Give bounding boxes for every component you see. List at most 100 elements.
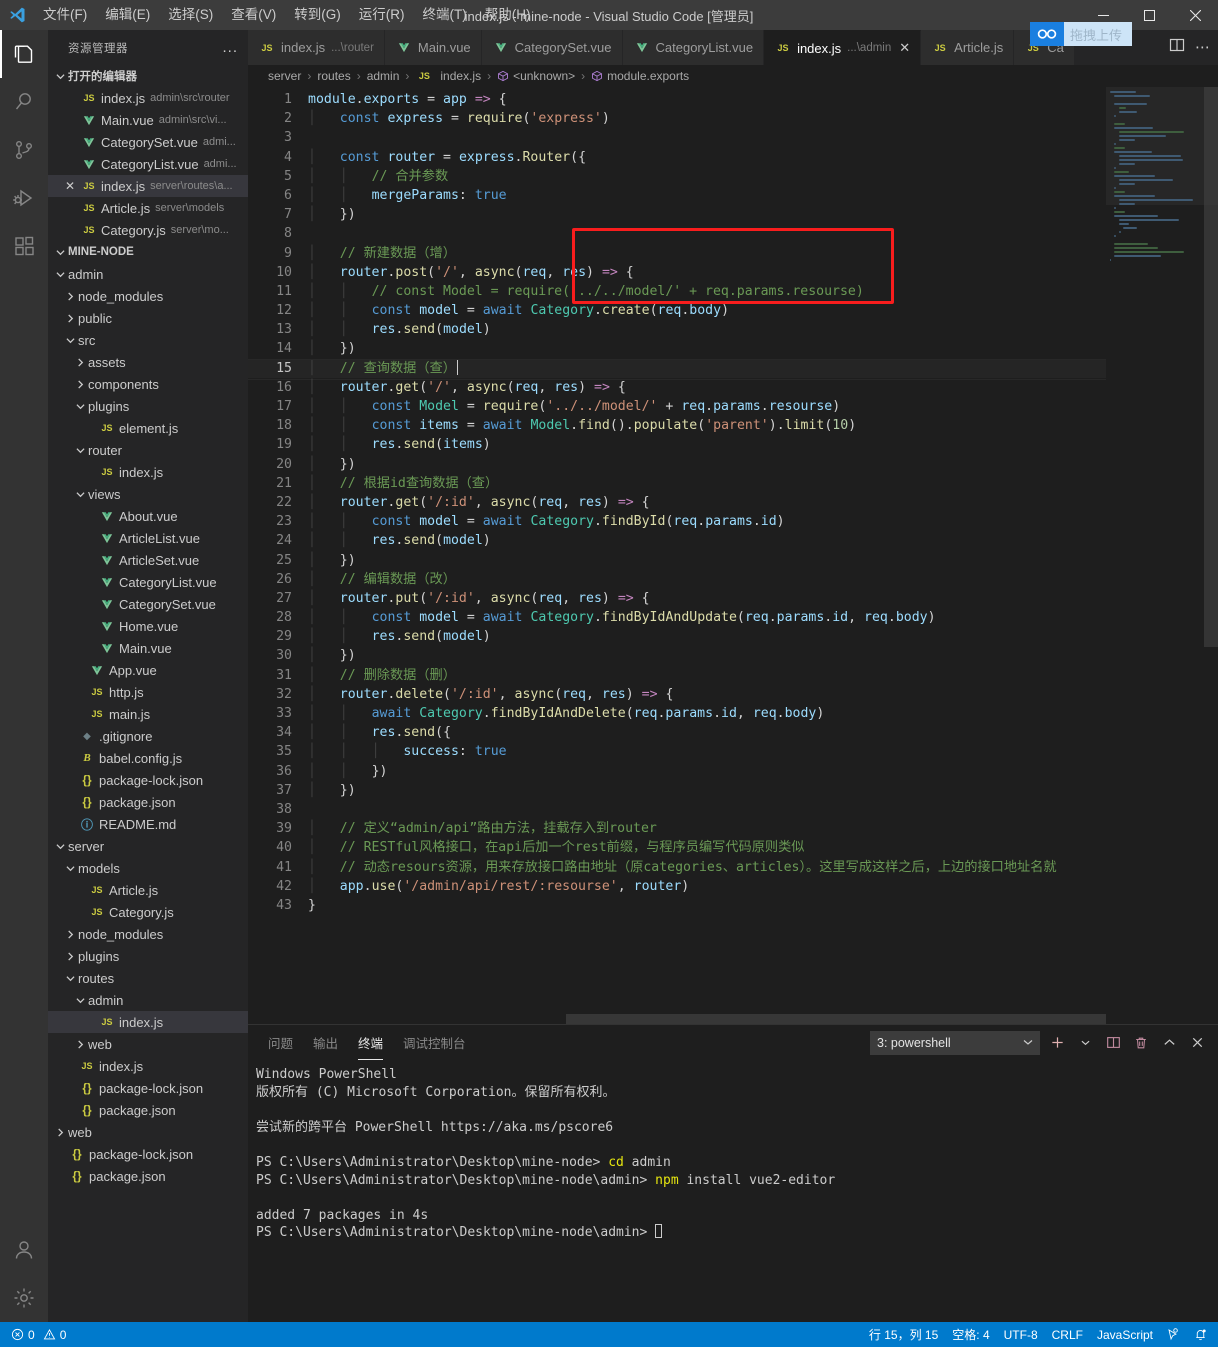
- new-terminal-button[interactable]: [1046, 1032, 1068, 1054]
- tree-file[interactable]: ArticleSet.vue: [48, 549, 248, 571]
- activity-accounts[interactable]: [0, 1226, 48, 1274]
- open-editor-item[interactable]: ✕ JS index.js server\routes\a...: [48, 175, 248, 197]
- activity-source-control[interactable]: [0, 126, 48, 174]
- code-line[interactable]: 32 │ router.delete('/:id', async(req, res…: [248, 685, 1106, 704]
- tree-file[interactable]: JS index.js: [48, 1011, 248, 1033]
- code-line[interactable]: 43}: [248, 896, 1106, 915]
- activity-explorer[interactable]: [0, 30, 48, 78]
- status-cursor-position[interactable]: 行 15，列 15: [862, 1322, 945, 1347]
- tree-folder[interactable]: plugins: [48, 395, 248, 417]
- code-line[interactable]: 21 │ // 根据id查询数据（查）: [248, 474, 1106, 493]
- tree-file[interactable]: CategoryList.vue: [48, 571, 248, 593]
- code-line[interactable]: 28 │ │ const model = await Category.findB…: [248, 608, 1106, 627]
- activity-run-debug[interactable]: [0, 174, 48, 222]
- close-panel-button[interactable]: [1186, 1032, 1208, 1054]
- tree-file[interactable]: JS main.js: [48, 703, 248, 725]
- code-line[interactable]: 37 │ }): [248, 781, 1106, 800]
- menu-edit[interactable]: 编辑(E): [96, 0, 159, 30]
- minimap[interactable]: [1106, 87, 1218, 1024]
- code-line[interactable]: 1 module.exports = app => {: [248, 90, 1106, 109]
- code-line[interactable]: 19 │ │ res.send(items): [248, 435, 1106, 454]
- tree-file[interactable]: JS index.js: [48, 1055, 248, 1077]
- code-line[interactable]: 10 │ router.post('/', async(req, res) => …: [248, 263, 1106, 282]
- tree-file[interactable]: About.vue: [48, 505, 248, 527]
- tree-file[interactable]: {} package.json: [48, 1099, 248, 1121]
- close-tab-icon[interactable]: ✕: [899, 40, 910, 56]
- tree-folder[interactable]: node_modules: [48, 285, 248, 307]
- code-line[interactable]: 31 │ // 删除数据（删）: [248, 666, 1106, 685]
- menu-selection[interactable]: 选择(S): [159, 0, 222, 30]
- tree-folder[interactable]: routes: [48, 967, 248, 989]
- tree-folder[interactable]: admin: [48, 989, 248, 1011]
- section-open-editors[interactable]: 打开的编辑器: [48, 65, 248, 87]
- code-line[interactable]: 26 │ // 编辑数据（改）: [248, 570, 1106, 589]
- menu-view[interactable]: 查看(V): [222, 0, 285, 30]
- editor-tab[interactable]: CategorySet.vue: [481, 30, 623, 65]
- tree-folder[interactable]: components: [48, 373, 248, 395]
- tree-file[interactable]: JS Category.js: [48, 901, 248, 923]
- panel-tab-problems[interactable]: 问题: [268, 1025, 293, 1060]
- code-line[interactable]: 14 │ }): [248, 339, 1106, 358]
- maximize-button[interactable]: [1126, 0, 1172, 30]
- tree-file[interactable]: ArticleList.vue: [48, 527, 248, 549]
- code-line[interactable]: 20 │ }): [248, 455, 1106, 474]
- tree-file[interactable]: Main.vue: [48, 637, 248, 659]
- open-editor-item[interactable]: JS Article.js server\models: [48, 197, 248, 219]
- code-line[interactable]: 36 │ │ }): [248, 762, 1106, 781]
- menu-terminal[interactable]: 终端(T): [414, 0, 476, 30]
- code-line[interactable]: 23 │ │ const model = await Category.findB…: [248, 512, 1106, 531]
- code-editor[interactable]: 1 module.exports = app => {2 │ const expre…: [248, 87, 1218, 1024]
- menu-go[interactable]: 转到(G): [285, 0, 350, 30]
- split-terminal-button[interactable]: [1102, 1032, 1124, 1054]
- code-line[interactable]: 40 │ // RESTful风格接口，在api后加一个rest前缀，与程序员编写…: [248, 838, 1106, 857]
- code-line[interactable]: 6 │ │ mergeParams: true: [248, 186, 1106, 205]
- open-editor-item[interactable]: CategorySet.vue admi...: [48, 131, 248, 153]
- code-line[interactable]: 34 │ │ res.send({: [248, 723, 1106, 742]
- code-line[interactable]: 16 │ router.get('/', async(req, res) => {: [248, 378, 1106, 397]
- tree-folder[interactable]: public: [48, 307, 248, 329]
- split-editor-icon[interactable]: [1169, 37, 1185, 58]
- code-line[interactable]: 7 │ }): [248, 205, 1106, 224]
- code-line[interactable]: 25 │ }): [248, 551, 1106, 570]
- code-line[interactable]: 12 │ │ const model = await Category.creat…: [248, 301, 1106, 320]
- status-eol[interactable]: CRLF: [1045, 1322, 1090, 1347]
- menu-run[interactable]: 运行(R): [350, 0, 414, 30]
- code-line[interactable]: 29 │ │ res.send(model): [248, 627, 1106, 646]
- source-code[interactable]: 1 module.exports = app => {2 │ const expre…: [248, 87, 1106, 915]
- tree-folder[interactable]: models: [48, 857, 248, 879]
- tree-file[interactable]: CategorySet.vue: [48, 593, 248, 615]
- tree-folder[interactable]: web: [48, 1121, 248, 1143]
- tree-file[interactable]: ◆ .gitignore: [48, 725, 248, 747]
- close-editor-icon[interactable]: ✕: [60, 179, 80, 193]
- breadcrumb-symbol-module-exports[interactable]: module.exports: [607, 69, 689, 83]
- editor-tab[interactable]: JS Article.js: [921, 30, 1015, 65]
- code-line[interactable]: 17 │ │ const Model = require('../../model…: [248, 397, 1106, 416]
- activity-search[interactable]: [0, 78, 48, 126]
- tree-folder[interactable]: plugins: [48, 945, 248, 967]
- code-line[interactable]: 11 │ │ // const Model = require('../../mo…: [248, 282, 1106, 301]
- tree-file[interactable]: JS http.js: [48, 681, 248, 703]
- tree-file[interactable]: {} package-lock.json: [48, 769, 248, 791]
- breadcrumb-admin[interactable]: admin: [367, 69, 400, 83]
- kill-terminal-button[interactable]: [1130, 1032, 1152, 1054]
- tree-file[interactable]: {} package-lock.json: [48, 1143, 248, 1165]
- breadcrumb-routes[interactable]: routes: [317, 69, 350, 83]
- editor-tab[interactable]: Main.vue: [384, 30, 482, 65]
- code-line[interactable]: 15 │ // 查询数据（查）: [248, 358, 1106, 381]
- code-line[interactable]: 22 │ router.get('/:id', async(req, res) =…: [248, 493, 1106, 512]
- code-line[interactable]: 30 │ }): [248, 646, 1106, 665]
- tree-file[interactable]: {} package.json: [48, 1165, 248, 1187]
- code-line[interactable]: 18 │ │ const items = await Model.find().p…: [248, 416, 1106, 435]
- breadcrumb-server[interactable]: server: [268, 69, 301, 83]
- breadcrumb-symbol-unknown[interactable]: <unknown>: [513, 69, 575, 83]
- code-line[interactable]: 5 │ │ // 合并参数: [248, 167, 1106, 186]
- activity-extensions[interactable]: [0, 222, 48, 270]
- open-editor-item[interactable]: JS index.js admin\src\router: [48, 87, 248, 109]
- code-line[interactable]: 4 │ const router = express.Router({: [248, 148, 1106, 167]
- open-editor-item[interactable]: Main.vue admin\src\vi...: [48, 109, 248, 131]
- tree-folder[interactable]: views: [48, 483, 248, 505]
- code-line[interactable]: 35 │ │ │ success: true: [248, 742, 1106, 761]
- close-button[interactable]: [1172, 0, 1218, 30]
- tree-file[interactable]: Bbabel.config.js: [48, 747, 248, 769]
- editor-v-scroll-thumb[interactable]: [1204, 87, 1218, 647]
